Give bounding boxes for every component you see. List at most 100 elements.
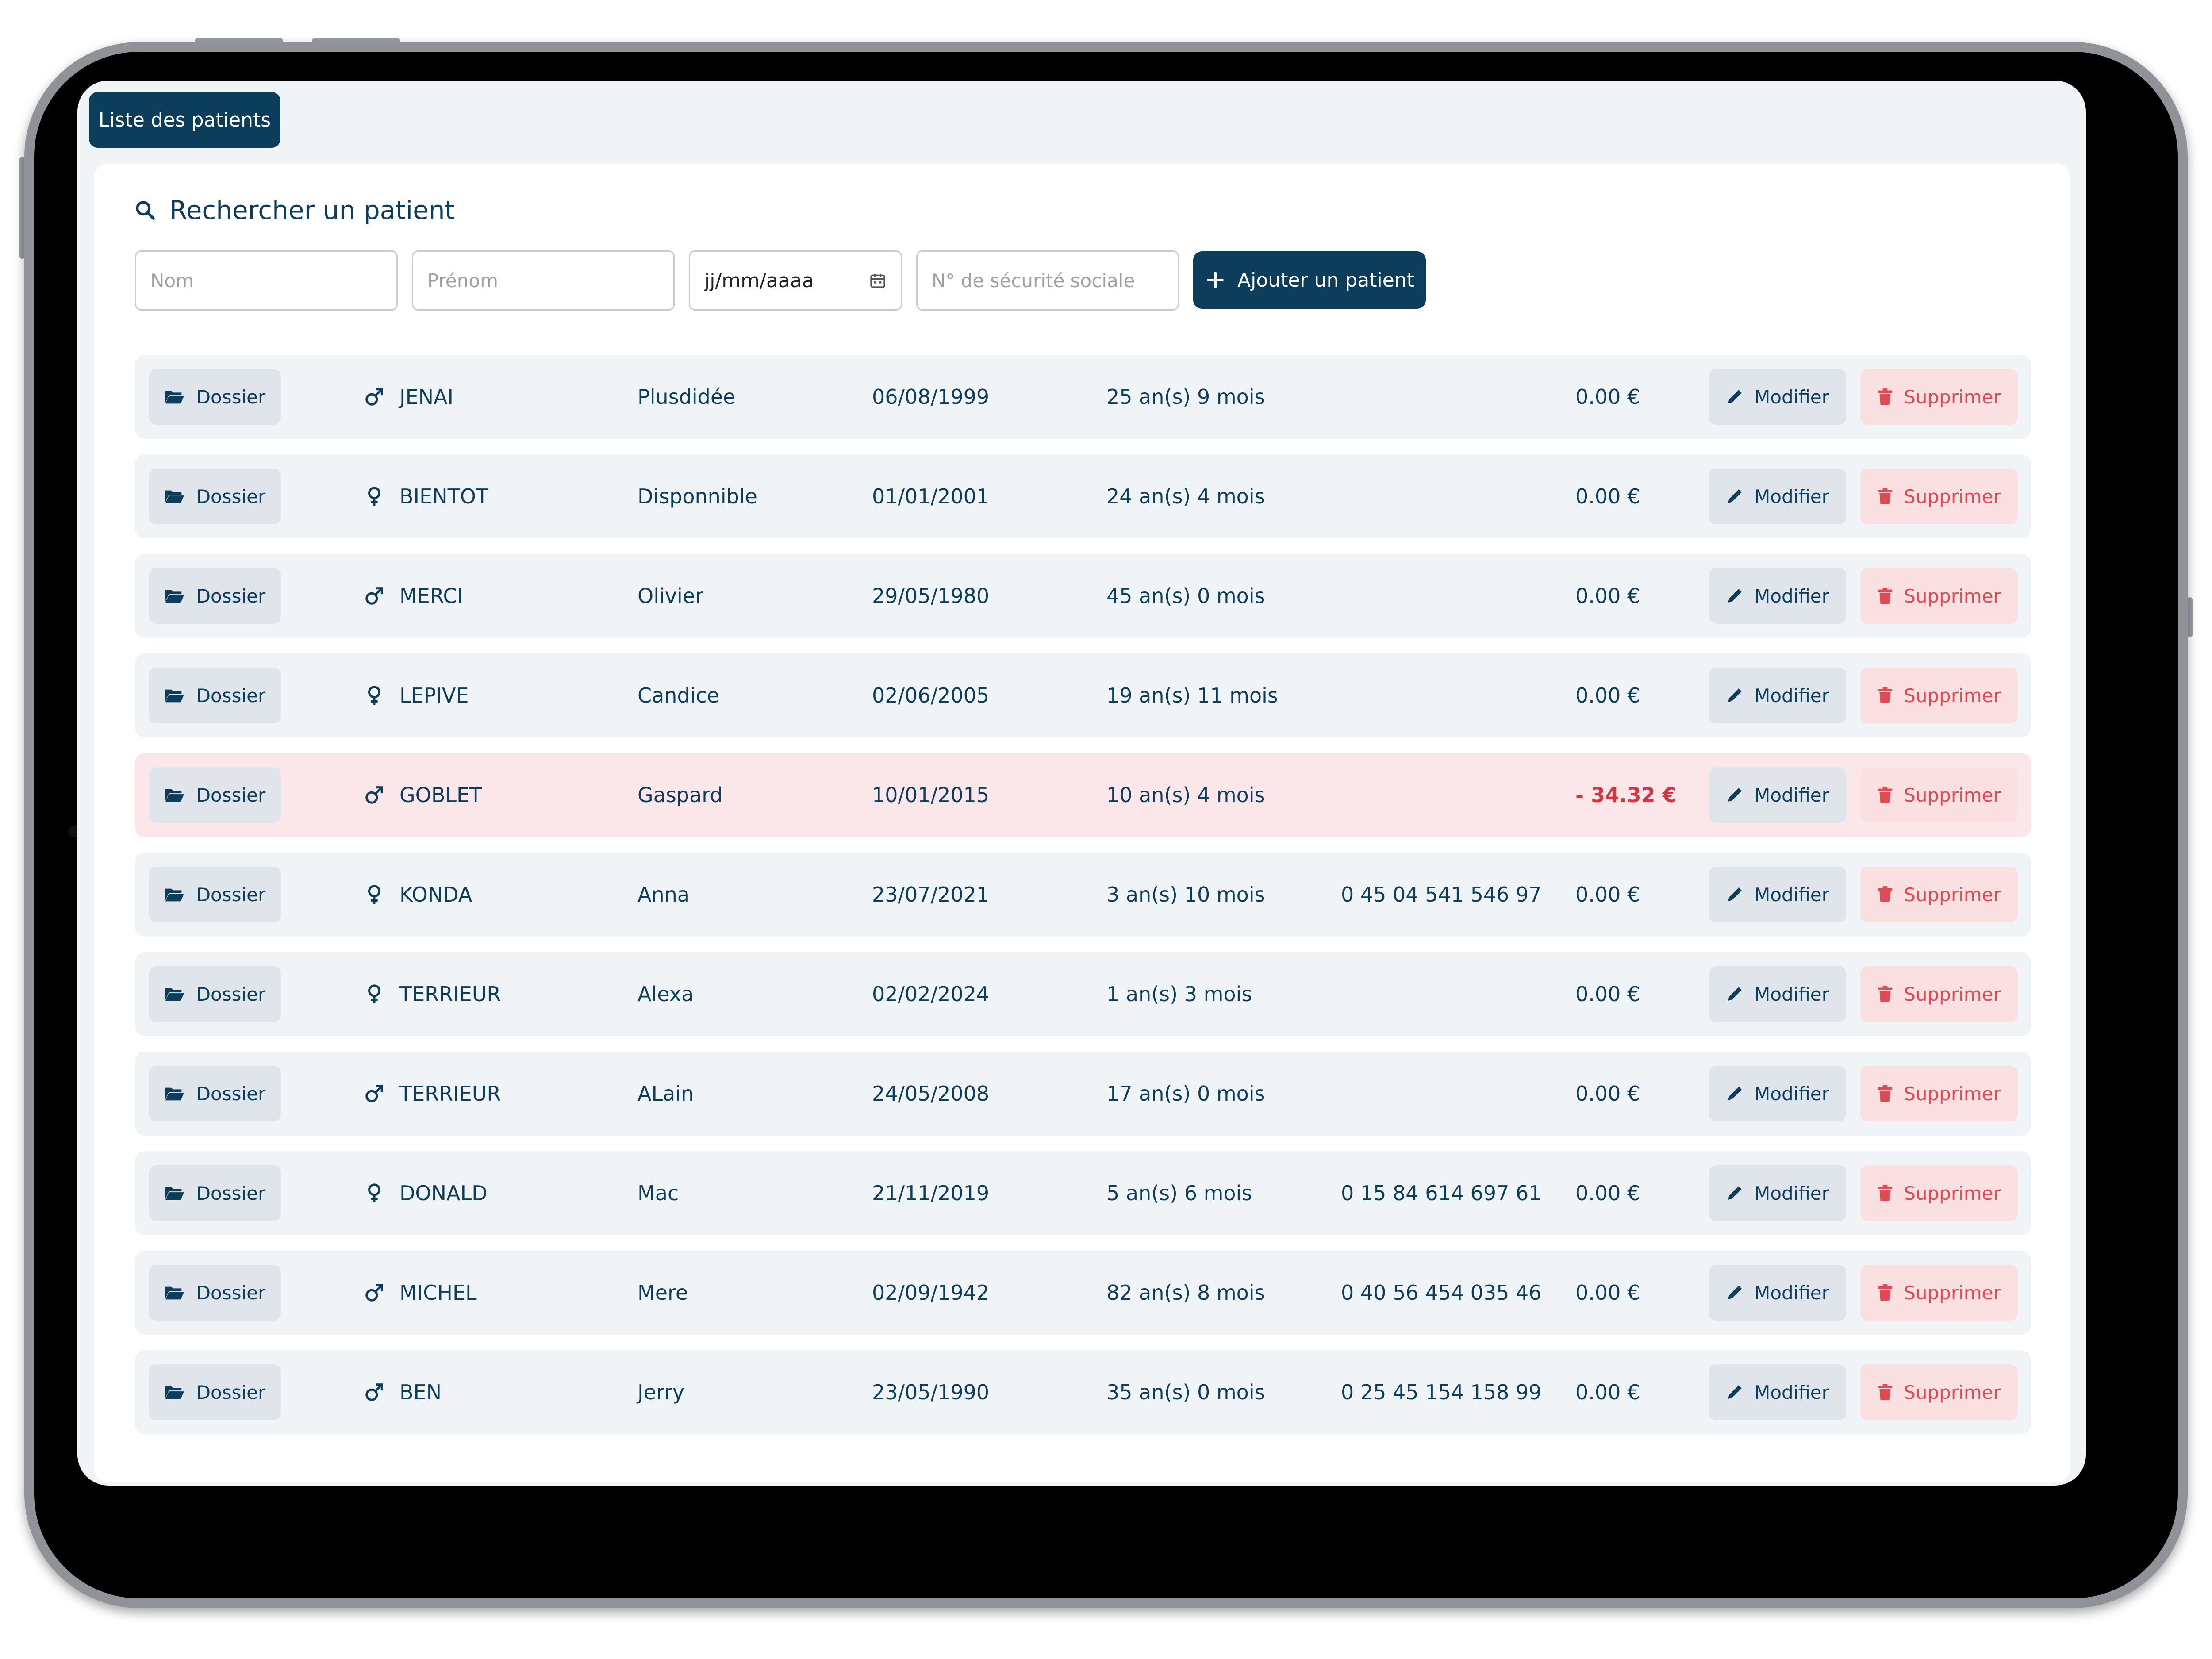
- dossier-label: Dossier: [196, 485, 266, 507]
- patient-lastname: DONALD: [399, 1181, 488, 1205]
- dossier-button[interactable]: Dossier: [149, 469, 281, 524]
- dossier-button[interactable]: Dossier: [149, 668, 281, 723]
- pencil-icon: [1726, 687, 1743, 704]
- edit-button[interactable]: Modifier: [1709, 1066, 1846, 1121]
- device-side-button-2: [2187, 597, 2193, 637]
- pencil-icon: [1726, 587, 1743, 605]
- patient-firstname: Alexa: [637, 982, 694, 1006]
- dossier-button[interactable]: Dossier: [149, 1364, 281, 1420]
- delete-button[interactable]: Supprimer: [1860, 1364, 2018, 1420]
- edit-button[interactable]: Modifier: [1709, 966, 1846, 1022]
- edit-label: Modifier: [1754, 386, 1829, 408]
- patient-firstname: Anna: [637, 883, 690, 906]
- patient-lastname: MERCI: [399, 584, 464, 608]
- delete-button[interactable]: Supprimer: [1860, 469, 2018, 524]
- tab-patient-list[interactable]: Liste des patients: [89, 92, 280, 148]
- birthdate-input[interactable]: jj/mm/aaaa: [689, 250, 902, 311]
- edit-button[interactable]: Modifier: [1709, 469, 1846, 524]
- edit-button[interactable]: Modifier: [1709, 1165, 1846, 1221]
- dossier-button[interactable]: Dossier: [149, 767, 281, 823]
- edit-label: Modifier: [1754, 1282, 1829, 1304]
- patient-balance: 0.00 €: [1575, 1181, 1640, 1205]
- ssn-input[interactable]: [916, 250, 1179, 311]
- folder-open-icon: [165, 786, 185, 804]
- delete-button[interactable]: Supprimer: [1860, 1265, 2018, 1321]
- delete-button[interactable]: Supprimer: [1860, 668, 2018, 723]
- patient-balance: 0.00 €: [1575, 883, 1640, 906]
- edit-button[interactable]: Modifier: [1709, 668, 1846, 723]
- delete-button[interactable]: Supprimer: [1860, 767, 2018, 823]
- patient-ssn: 0 25 45 154 158 99: [1341, 1380, 1542, 1404]
- birthdate-placeholder: jj/mm/aaaa: [704, 269, 814, 292]
- edit-button[interactable]: Modifier: [1709, 568, 1846, 624]
- delete-button[interactable]: Supprimer: [1860, 568, 2018, 624]
- search-icon: [134, 199, 156, 221]
- edit-button[interactable]: Modifier: [1709, 867, 1846, 922]
- patient-age: 10 an(s) 4 mois: [1106, 783, 1265, 807]
- trash-icon: [1877, 786, 1893, 804]
- patient-firstname: Disponnible: [637, 484, 757, 508]
- patient-firstname: Gaspard: [637, 783, 723, 807]
- dossier-button[interactable]: Dossier: [149, 1265, 281, 1321]
- dossier-button[interactable]: Dossier: [149, 1066, 281, 1121]
- dossier-button[interactable]: Dossier: [149, 369, 281, 425]
- add-patient-button[interactable]: Ajouter un patient: [1193, 251, 1426, 309]
- delete-button[interactable]: Supprimer: [1860, 1066, 2018, 1121]
- add-patient-label: Ajouter un patient: [1237, 269, 1414, 292]
- patient-birthdate: 02/06/2005: [872, 684, 990, 707]
- dossier-button[interactable]: Dossier: [149, 966, 281, 1022]
- app-screen: Liste des patients Rechercher un patient…: [77, 81, 2086, 1486]
- pencil-icon: [1726, 886, 1743, 903]
- patient-age: 24 an(s) 4 mois: [1106, 484, 1265, 508]
- male-icon: [363, 1382, 385, 1402]
- patient-lastname: KONDA: [399, 883, 472, 906]
- table-row: Dossier TERRIEUR Alexa 02/02/2024 1 an(s…: [135, 952, 2031, 1036]
- edit-button[interactable]: Modifier: [1709, 1364, 1846, 1420]
- delete-label: Supprimer: [1904, 386, 2001, 408]
- trash-icon: [1877, 886, 1893, 903]
- patient-firstname: Candice: [637, 684, 720, 707]
- delete-label: Supprimer: [1904, 1282, 2001, 1304]
- patient-lastname: BEN: [399, 1380, 442, 1404]
- nom-input[interactable]: [135, 250, 398, 311]
- patient-birthdate: 23/05/1990: [872, 1380, 990, 1404]
- table-row: Dossier JENAI Plusdidée 06/08/1999 25 an…: [135, 355, 2031, 439]
- table-row: Dossier TERRIEUR ALain 24/05/2008 17 an(…: [135, 1052, 2031, 1136]
- table-row: Dossier BIENTOT Disponnible 01/01/2001 2…: [135, 454, 2031, 538]
- edit-label: Modifier: [1754, 684, 1829, 707]
- patient-balance: 0.00 €: [1575, 584, 1640, 608]
- trash-icon: [1877, 1284, 1893, 1302]
- dossier-label: Dossier: [196, 983, 266, 1005]
- delete-button[interactable]: Supprimer: [1860, 369, 2018, 425]
- dossier-button[interactable]: Dossier: [149, 568, 281, 624]
- patient-lastname: TERRIEUR: [399, 1082, 501, 1106]
- folder-open-icon: [165, 488, 185, 505]
- female-icon: [363, 884, 385, 905]
- patient-lastname-cell: MERCI: [363, 554, 463, 638]
- plus-icon: [1205, 269, 1226, 291]
- patient-balance: 0.00 €: [1575, 982, 1640, 1006]
- folder-open-icon: [165, 687, 185, 704]
- delete-label: Supprimer: [1904, 784, 2001, 806]
- folder-open-icon: [165, 388, 185, 406]
- dossier-label: Dossier: [196, 883, 266, 906]
- folder-open-icon: [165, 1383, 185, 1401]
- dossier-button[interactable]: Dossier: [149, 1165, 281, 1221]
- folder-open-icon: [165, 1085, 185, 1102]
- table-row: Dossier LEPIVE Candice 02/06/2005 19 an(…: [135, 653, 2031, 737]
- female-icon: [363, 1183, 385, 1203]
- delete-button[interactable]: Supprimer: [1860, 867, 2018, 922]
- calendar-icon[interactable]: [869, 272, 887, 289]
- dossier-button[interactable]: Dossier: [149, 867, 281, 922]
- edit-button[interactable]: Modifier: [1709, 1265, 1846, 1321]
- edit-label: Modifier: [1754, 883, 1829, 906]
- patient-firstname: Jerry: [637, 1380, 685, 1404]
- dossier-label: Dossier: [196, 1381, 266, 1403]
- edit-button[interactable]: Modifier: [1709, 767, 1846, 823]
- prenom-input[interactable]: [412, 250, 675, 311]
- delete-button[interactable]: Supprimer: [1860, 1165, 2018, 1221]
- table-row: Dossier KONDA Anna 23/07/2021 3 an(s) 10…: [135, 853, 2031, 937]
- delete-button[interactable]: Supprimer: [1860, 966, 2018, 1022]
- male-icon: [363, 785, 385, 805]
- edit-button[interactable]: Modifier: [1709, 369, 1846, 425]
